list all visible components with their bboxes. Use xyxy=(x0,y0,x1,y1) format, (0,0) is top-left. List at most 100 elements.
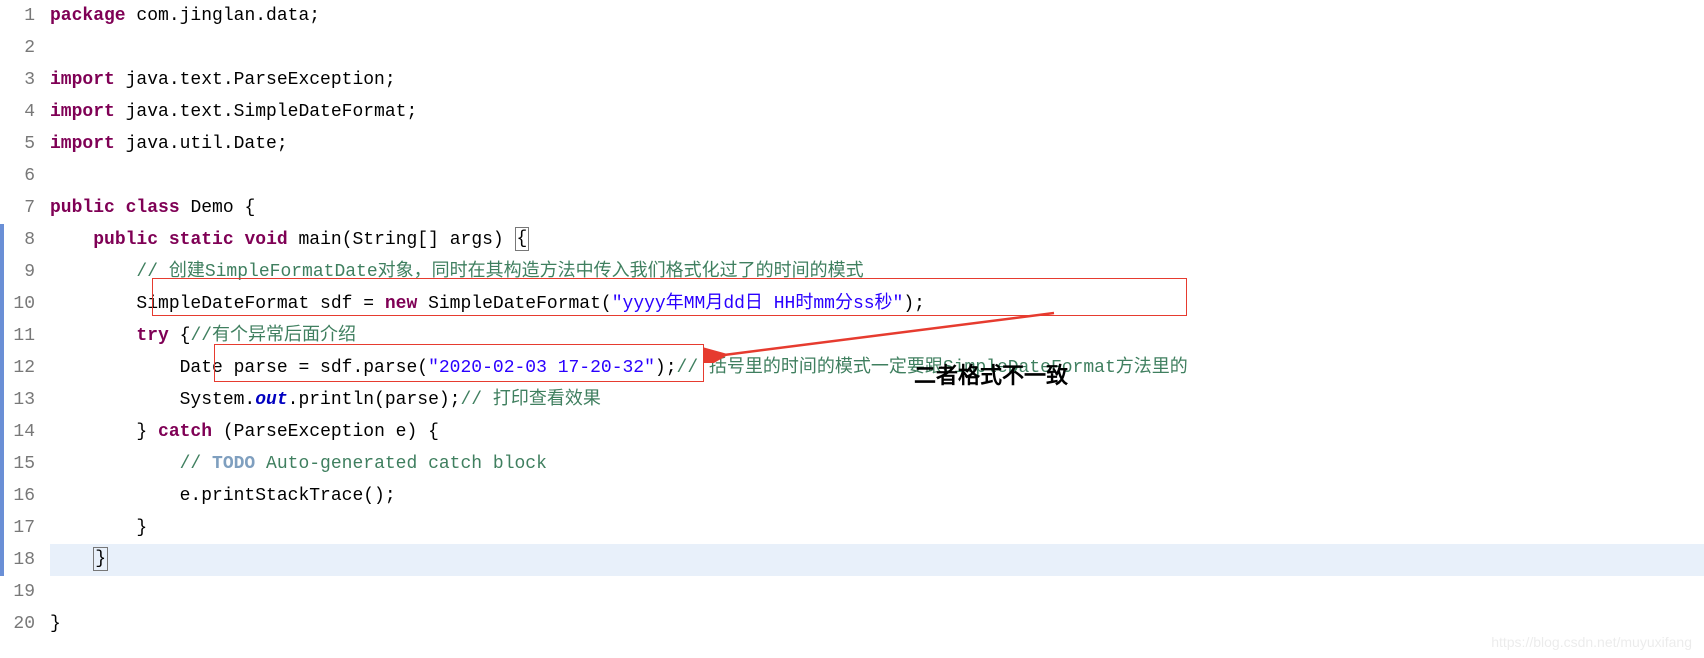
code-text: SimpleDateFormat( xyxy=(417,294,611,314)
code-text: System. xyxy=(180,390,256,410)
keyword: new xyxy=(385,294,417,314)
line-number: 20 xyxy=(0,608,35,640)
line-number: 12 xyxy=(0,352,35,384)
code-text: ); xyxy=(903,294,925,314)
keyword: import xyxy=(50,70,115,90)
code-text: } xyxy=(136,518,147,538)
line-number: 16 xyxy=(0,480,35,512)
code-line[interactable]: System.out.println(parse);// 打印查看效果 xyxy=(50,384,1704,416)
code-text: main(String[] args) xyxy=(288,230,515,250)
code-text: com.jinglan.data; xyxy=(126,6,320,26)
string-literal: "yyyy年MM月dd日 HH时mm分ss秒" xyxy=(612,294,904,314)
code-line[interactable]: } xyxy=(50,608,1704,640)
indent xyxy=(50,230,93,250)
code-line[interactable]: package com.jinglan.data; xyxy=(50,0,1704,32)
indent xyxy=(50,550,93,570)
comment: // xyxy=(180,454,212,474)
line-number: 9 xyxy=(0,256,35,288)
line-number: 10 xyxy=(0,288,35,320)
line-number: 15 xyxy=(0,448,35,480)
code-line[interactable]: // TODO Auto-generated catch block xyxy=(50,448,1704,480)
line-number: 19 xyxy=(0,576,35,608)
code-text: } xyxy=(136,422,158,442)
line-number: 18 xyxy=(0,544,35,576)
indent xyxy=(50,486,180,506)
code-text: java.util.Date; xyxy=(115,134,288,154)
code-line[interactable]: public class Demo { xyxy=(50,192,1704,224)
line-number: 5 xyxy=(0,128,35,160)
code-line[interactable]: } xyxy=(50,512,1704,544)
space xyxy=(234,230,245,250)
keyword: public xyxy=(93,230,158,250)
code-area[interactable]: package com.jinglan.data; import java.te… xyxy=(44,0,1704,658)
keyword: import xyxy=(50,102,115,122)
keyword: try xyxy=(136,326,168,346)
line-number: 7 xyxy=(0,192,35,224)
comment: Auto-generated catch block xyxy=(255,454,547,474)
code-line[interactable]: import java.text.SimpleDateFormat; xyxy=(50,96,1704,128)
code-line[interactable]: public static void main(String[] args) { xyxy=(50,224,1704,256)
indent xyxy=(50,358,180,378)
code-text: ); xyxy=(655,358,677,378)
annotation-label: 二者格式不一致 xyxy=(914,358,1068,390)
line-number-gutter: 1 2 3 4 5 6 7 8 9 10 11 12 13 14 15 16 1… xyxy=(0,0,44,658)
indent xyxy=(50,390,180,410)
code-text: e.printStackTrace(); xyxy=(180,486,396,506)
code-text: java.text.SimpleDateFormat; xyxy=(115,102,417,122)
code-line[interactable]: try {//有个异常后面介绍 xyxy=(50,320,1704,352)
line-number: 17 xyxy=(0,512,35,544)
code-text: .println(parse); xyxy=(288,390,461,410)
space xyxy=(158,230,169,250)
indent xyxy=(50,262,136,282)
code-text: java.text.ParseException; xyxy=(115,70,396,90)
line-number: 11 xyxy=(0,320,35,352)
keyword: catch xyxy=(158,422,212,442)
indent xyxy=(50,326,136,346)
code-line[interactable] xyxy=(50,160,1704,192)
watermark: https://blog.csdn.net/muyuxifang xyxy=(1491,634,1692,650)
code-line[interactable] xyxy=(50,576,1704,608)
code-line[interactable]: import java.text.ParseException; xyxy=(50,64,1704,96)
code-line[interactable]: } catch (ParseException e) { xyxy=(50,416,1704,448)
code-text: (ParseException e) { xyxy=(212,422,439,442)
indent xyxy=(50,518,136,538)
code-text: { xyxy=(169,326,191,346)
line-number: 8 xyxy=(0,224,35,256)
matched-brace: } xyxy=(93,547,108,571)
keyword: package xyxy=(50,6,126,26)
code-line[interactable]: import java.util.Date; xyxy=(50,128,1704,160)
line-number: 3 xyxy=(0,64,35,96)
todo-tag: TODO xyxy=(212,454,255,474)
code-text xyxy=(115,198,126,218)
code-line[interactable] xyxy=(50,32,1704,64)
code-line[interactable]: } xyxy=(50,544,1704,576)
indent xyxy=(50,294,136,314)
indent xyxy=(50,422,136,442)
code-line[interactable]: SimpleDateFormat sdf = new SimpleDateFor… xyxy=(50,288,1704,320)
code-line[interactable]: Date parse = sdf.parse("2020-02-03 17-20… xyxy=(50,352,1704,384)
matched-brace: { xyxy=(515,227,530,251)
line-number: 1 xyxy=(0,0,35,32)
line-number: 6 xyxy=(0,160,35,192)
code-text: Date parse = sdf.parse( xyxy=(180,358,428,378)
keyword: void xyxy=(244,230,287,250)
string-literal: "2020-02-03 17-20-32" xyxy=(428,358,655,378)
comment: // 打印查看效果 xyxy=(460,390,600,410)
line-number: 13 xyxy=(0,384,35,416)
code-line[interactable]: e.printStackTrace(); xyxy=(50,480,1704,512)
indent xyxy=(50,454,180,474)
line-number: 4 xyxy=(0,96,35,128)
line-number: 2 xyxy=(0,32,35,64)
code-text: Demo { xyxy=(180,198,256,218)
comment: // 创建SimpleFormatDate对象，同时在其构造方法中传入我们格式化… xyxy=(136,262,863,282)
comment: //有个异常后面介绍 xyxy=(190,326,356,346)
static-field: out xyxy=(255,390,287,410)
code-text: } xyxy=(50,614,61,634)
keyword: public xyxy=(50,198,115,218)
keyword: class xyxy=(126,198,180,218)
code-editor: 1 2 3 4 5 6 7 8 9 10 11 12 13 14 15 16 1… xyxy=(0,0,1704,658)
line-number: 14 xyxy=(0,416,35,448)
code-line[interactable]: // 创建SimpleFormatDate对象，同时在其构造方法中传入我们格式化… xyxy=(50,256,1704,288)
code-text: SimpleDateFormat sdf = xyxy=(136,294,384,314)
keyword: static xyxy=(169,230,234,250)
